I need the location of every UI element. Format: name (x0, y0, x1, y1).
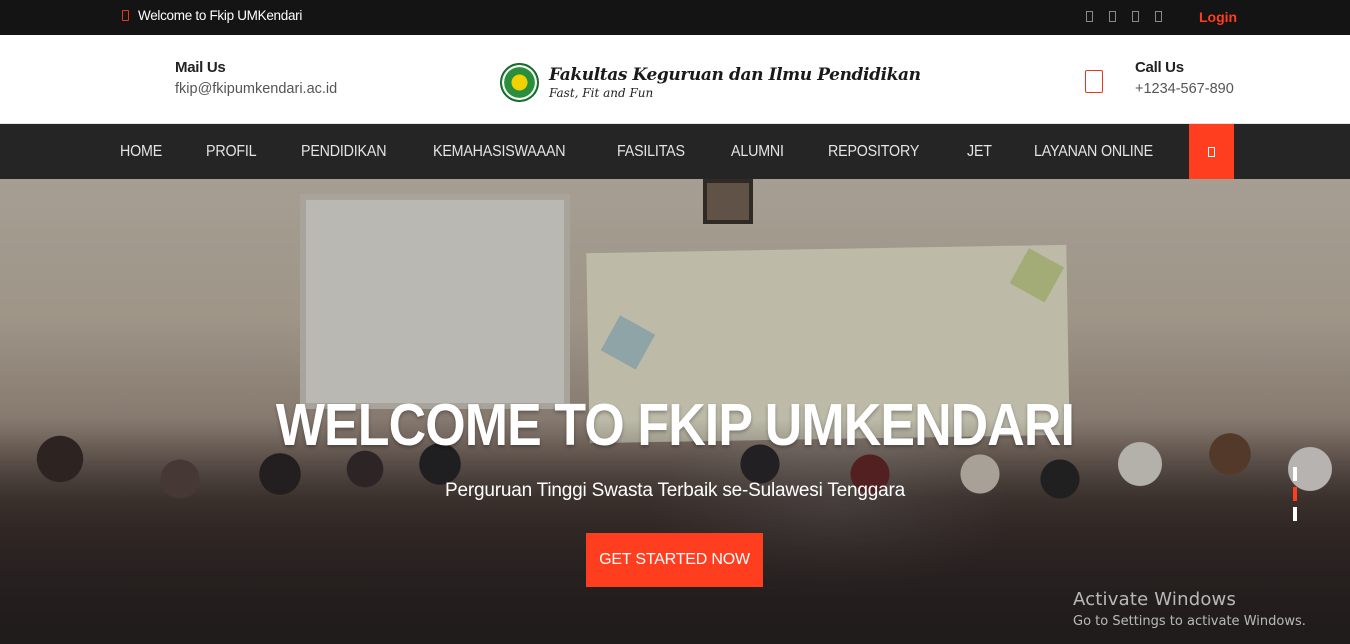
mail-value[interactable]: fkip@fkipumkendari.ac.id (175, 81, 337, 97)
twitter-icon[interactable] (1109, 11, 1116, 22)
hero-title: WELCOME TO FKIP UMKENDARI (275, 392, 1075, 458)
carousel-dot[interactable] (1293, 467, 1297, 481)
nav-item-kemahasiswaan[interactable]: KEMAHASISWAAAN (433, 143, 566, 161)
university-logo (500, 63, 539, 102)
welcome-text: Welcome to Fkip UMKendari (138, 8, 303, 23)
nav-item-layanan-online[interactable]: LAYANAN ONLINE (1034, 143, 1153, 161)
call-contact: Call Us +1234-567-890 (1135, 59, 1234, 97)
nav-item-fasilitas[interactable]: FASILITAS (617, 143, 685, 161)
phone-icon (1085, 70, 1103, 93)
carousel-dot-active[interactable] (1293, 487, 1297, 501)
carousel-indicators (1293, 467, 1297, 521)
search-button[interactable] (1189, 124, 1234, 179)
facebook-icon[interactable] (1086, 11, 1093, 22)
get-started-button[interactable]: GET STARTED NOW (586, 533, 763, 587)
watermark-line1: Activate Windows (1073, 589, 1237, 610)
search-icon (1208, 146, 1215, 157)
main-nav: HOME PROFIL PENDIDIKAN KEMAHASISWAAAN FA… (0, 124, 1350, 179)
mail-contact: Mail Us fkip@fkipumkendari.ac.id (175, 59, 337, 97)
nav-item-home[interactable]: HOME (120, 143, 162, 161)
home-icon (122, 10, 129, 21)
login-link[interactable]: Login (1199, 9, 1237, 25)
nav-item-jet[interactable]: JET (967, 143, 992, 161)
social-links (1086, 11, 1162, 22)
site-brand[interactable]: Fakultas Keguruan dan Ilmu Pendidikan Fa… (500, 63, 921, 102)
nav-item-profil[interactable]: PROFIL (206, 143, 257, 161)
carousel-dot[interactable] (1293, 507, 1297, 521)
hero-subtitle: Perguruan Tinggi Swasta Terbaik se-Sulaw… (445, 480, 905, 501)
youtube-icon[interactable] (1155, 11, 1162, 22)
nav-item-alumni[interactable]: ALUMNI (731, 143, 784, 161)
activate-windows-watermark: Activate Windows Go to Settings to activ… (1073, 589, 1306, 629)
call-title: Call Us (1135, 59, 1184, 76)
site-header: Mail Us fkip@fkipumkendari.ac.id Fakulta… (0, 35, 1350, 124)
call-value[interactable]: +1234-567-890 (1135, 81, 1234, 97)
brand-name: Fakultas Keguruan dan Ilmu Pendidikan (549, 65, 921, 85)
instagram-icon[interactable] (1132, 11, 1139, 22)
brand-tagline: Fast, Fit and Fun (549, 86, 654, 100)
top-bar: Welcome to Fkip UMKendari Login (0, 0, 1350, 35)
welcome-message: Welcome to Fkip UMKendari (122, 8, 302, 23)
nav-item-pendidikan[interactable]: PENDIDIKAN (301, 143, 387, 161)
nav-item-repository[interactable]: REPOSITORY (828, 143, 919, 161)
mail-title: Mail Us (175, 59, 226, 76)
watermark-line2: Go to Settings to activate Windows. (1073, 614, 1306, 629)
nav-menu: HOME PROFIL PENDIDIKAN KEMAHASISWAAAN FA… (120, 124, 1204, 179)
hero-carousel: WELCOME TO FKIP UMKENDARI Perguruan Ting… (0, 179, 1350, 644)
brand-text: Fakultas Keguruan dan Ilmu Pendidikan Fa… (549, 65, 921, 100)
